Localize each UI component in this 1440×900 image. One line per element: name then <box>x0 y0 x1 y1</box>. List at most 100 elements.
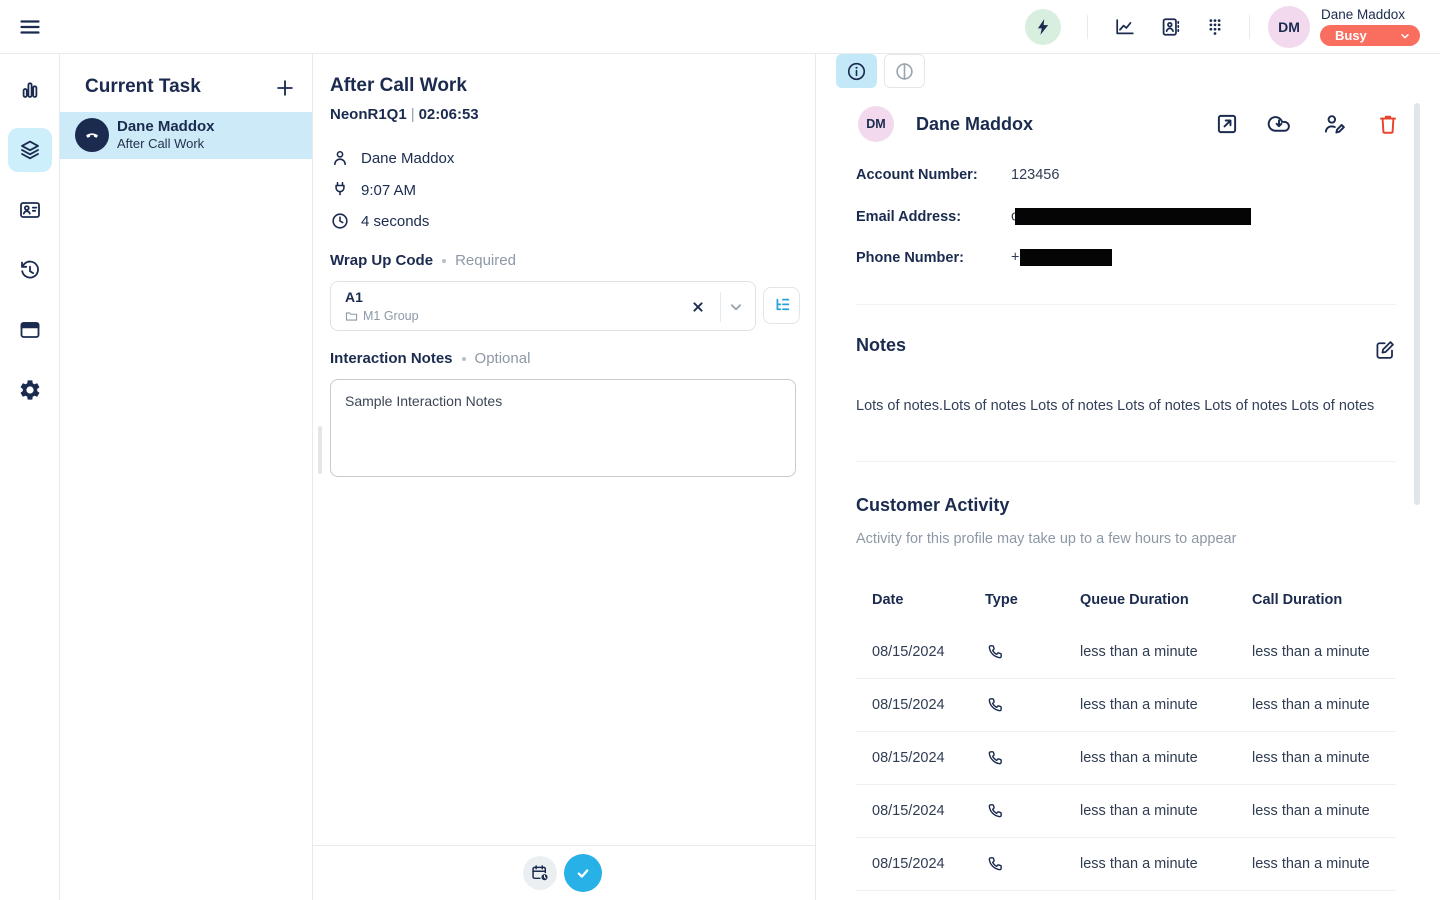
wrapup-group-row: M1 Group <box>345 309 419 323</box>
nav-settings[interactable] <box>18 378 42 402</box>
account-number-label: Account Number: <box>856 167 1011 183</box>
top-bar: DM Dane Maddox Busy <box>0 0 1440 54</box>
acw-duration: 4 seconds <box>361 213 429 230</box>
task-status: After Call Work <box>117 136 204 151</box>
nav-apps[interactable] <box>18 318 42 342</box>
tree-list-icon <box>771 295 793 317</box>
history-icon <box>18 258 42 282</box>
bullet-separator <box>462 357 466 361</box>
complete-acw-button[interactable] <box>564 854 602 892</box>
split-circle-icon <box>893 60 916 83</box>
section-divider <box>856 461 1396 462</box>
panel-resize-handle-left[interactable] <box>318 426 322 474</box>
user-initials: DM <box>1278 19 1300 35</box>
cell-queue-duration: less than a minute <box>1080 803 1252 819</box>
calendar-clock-icon <box>530 863 551 884</box>
wrapup-label-row: Wrap Up Code Required <box>330 252 516 269</box>
wrapup-dropdown-toggle[interactable] <box>725 296 747 318</box>
wrapup-label: Wrap Up Code <box>330 252 433 269</box>
clear-wrapup-button[interactable] <box>687 296 709 318</box>
user-avatar[interactable]: DM <box>1268 6 1310 48</box>
activity-table-row[interactable]: 08/15/2024 less than a minute less than … <box>856 785 1396 838</box>
delete-contact-button[interactable] <box>1375 111 1401 137</box>
acw-contact-name: Dane Maddox <box>361 150 454 167</box>
col-type: Type <box>985 592 1080 608</box>
connect-time-row: 9:07 AM <box>330 179 416 201</box>
footer-divider <box>313 845 815 846</box>
redaction-bar <box>1015 208 1251 225</box>
open-external-button[interactable] <box>1214 111 1240 137</box>
col-call-duration: Call Duration <box>1252 592 1396 608</box>
cell-call-duration: less than a minute <box>1252 750 1396 766</box>
activity-table-row[interactable]: 08/15/2024 less than a minute less than … <box>856 732 1396 785</box>
layers-icon <box>18 138 42 162</box>
cell-type <box>985 748 1080 768</box>
redaction-bar <box>1020 249 1112 266</box>
line-chart-icon[interactable] <box>1114 16 1136 38</box>
plus-icon <box>274 77 296 99</box>
schedule-callback-button[interactable] <box>523 856 557 890</box>
task-list-item[interactable]: Dane Maddox After Call Work <box>60 112 312 159</box>
status-dropdown[interactable]: Busy <box>1320 25 1420 46</box>
nav-history[interactable] <box>18 258 42 282</box>
required-label: Required <box>455 252 516 269</box>
wrapup-code-select[interactable]: A1 M1 Group <box>330 281 756 331</box>
cell-call-duration: less than a minute <box>1252 856 1396 872</box>
interaction-notes-input[interactable] <box>330 379 796 477</box>
tab-profile-info[interactable] <box>836 54 877 88</box>
person-icon <box>330 148 350 168</box>
phone-icon <box>985 748 1080 768</box>
right-panel-scrollbar[interactable] <box>1414 103 1420 505</box>
profile-initials: DM <box>866 117 885 131</box>
task-contact-name: Dane Maddox <box>117 118 215 135</box>
cell-queue-duration: less than a minute <box>1080 856 1252 872</box>
wrapup-tree-view-button[interactable] <box>763 287 800 324</box>
task-list-panel: Current Task Dane Maddox After Call Work <box>60 54 313 900</box>
nav-performance[interactable] <box>18 78 42 102</box>
edit-notes-button[interactable] <box>1372 337 1398 363</box>
dialpad-icon[interactable] <box>1204 16 1226 38</box>
cell-type <box>985 695 1080 715</box>
cloud-download-icon <box>1266 111 1292 137</box>
customer-activity-subtitle: Activity for this profile may take up to… <box>856 531 1236 547</box>
hamburger-menu-icon[interactable] <box>18 15 42 39</box>
cell-date: 08/15/2024 <box>872 697 985 713</box>
cell-type <box>985 854 1080 874</box>
edit-contact-button[interactable] <box>1321 111 1347 137</box>
phone-icon <box>985 695 1080 715</box>
cell-type <box>985 642 1080 662</box>
email-address-row: Email Address: c <box>856 208 1251 225</box>
notes-section-title: Notes <box>856 335 906 356</box>
cell-date: 08/15/2024 <box>872 856 985 872</box>
section-divider <box>856 304 1396 305</box>
activity-table-row[interactable]: 08/15/2024 less than a minute less than … <box>856 626 1396 679</box>
trash-icon <box>1375 111 1401 137</box>
chevron-down-icon <box>1399 30 1411 42</box>
customer-activity-title: Customer Activity <box>856 495 1009 516</box>
account-number-value: 123456 <box>1011 167 1059 183</box>
status-label: Busy <box>1320 28 1367 43</box>
download-profile-button[interactable] <box>1266 111 1292 137</box>
phone-icon <box>985 801 1080 821</box>
cell-date: 08/15/2024 <box>872 644 985 660</box>
after-call-work-panel: After Call Work NeonR1Q1|02:06:53 Dane M… <box>313 54 816 900</box>
interaction-notes-label: Interaction Notes <box>330 350 453 367</box>
address-book-icon[interactable] <box>1159 16 1181 38</box>
account-number-row: Account Number: 123456 <box>856 167 1059 183</box>
bar-chart-icon <box>18 78 42 102</box>
wrapup-group-name: M1 Group <box>363 309 419 323</box>
quick-actions-button[interactable] <box>1025 9 1061 45</box>
clock-icon <box>330 211 350 231</box>
nav-interactions[interactable] <box>18 138 42 162</box>
profile-name: Dane Maddox <box>916 114 1033 135</box>
phone-icon <box>985 642 1080 662</box>
info-icon <box>845 60 868 83</box>
interaction-notes-label-row: Interaction Notes Optional <box>330 350 530 367</box>
activity-table-row[interactable]: 08/15/2024 less than a minute less than … <box>856 679 1396 732</box>
notes-text: Lots of notes.Lots of notes Lots of note… <box>856 396 1386 416</box>
add-task-button[interactable] <box>274 77 296 99</box>
nav-contacts[interactable] <box>18 198 42 222</box>
email-address-label: Email Address: <box>856 209 1011 225</box>
tab-journey[interactable] <box>884 54 925 88</box>
activity-table-row[interactable]: 08/15/2024 less than a minute less than … <box>856 838 1396 891</box>
